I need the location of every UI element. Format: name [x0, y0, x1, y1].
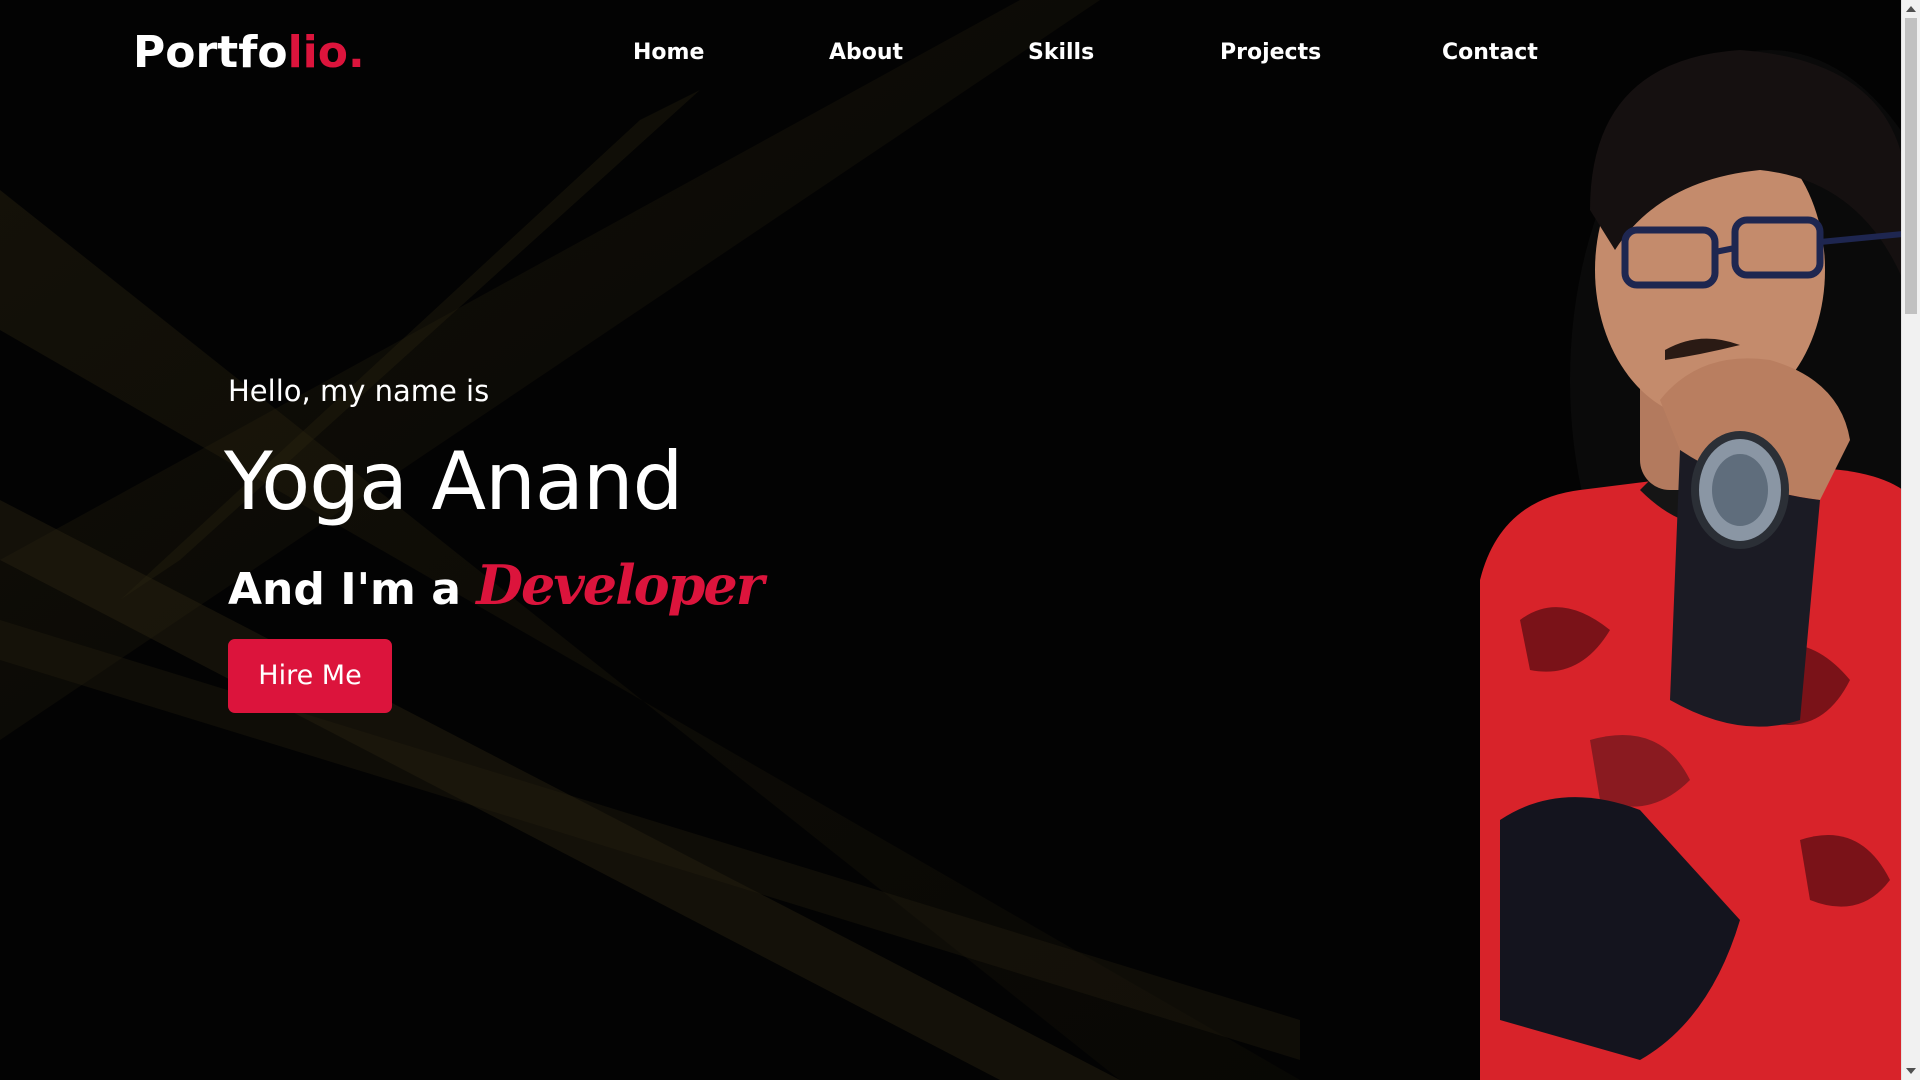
- nav-link-skills[interactable]: Skills: [1028, 36, 1094, 70]
- site-logo[interactable]: Portfolio.: [133, 24, 365, 82]
- hero-greeting: Hello, my name is: [228, 374, 490, 408]
- portrait-glasses-bridge: [1714, 245, 1736, 255]
- scrollbar-thumb[interactable]: [1905, 18, 1917, 314]
- logo-main-text: Portfo: [133, 27, 288, 78]
- portrait-watch-face: [1712, 454, 1768, 526]
- hero-name: Yoga Anand: [224, 435, 683, 528]
- scroll-down-arrow-icon[interactable]: [1906, 1068, 1916, 1074]
- portfolio-page: Portfolio. Home About Skills Projects Co…: [0, 0, 1920, 1080]
- nav-link-about[interactable]: About: [829, 36, 903, 70]
- hero-role-line: And I'm a Developer: [228, 550, 764, 625]
- hero-role-prefix: And I'm a: [228, 564, 477, 615]
- hero-role-typed: Developer: [476, 553, 764, 617]
- page-scrollbar[interactable]: [1901, 0, 1920, 1080]
- hire-me-button[interactable]: Hire Me: [228, 639, 392, 713]
- logo-accent-text: lio.: [287, 27, 365, 78]
- profile-portrait-image: [1480, 50, 1903, 1080]
- scroll-up-arrow-icon[interactable]: [1906, 6, 1916, 12]
- beam-shape: [0, 620, 1300, 1060]
- nav-link-projects[interactable]: Projects: [1220, 36, 1321, 70]
- nav-link-home[interactable]: Home: [633, 36, 704, 70]
